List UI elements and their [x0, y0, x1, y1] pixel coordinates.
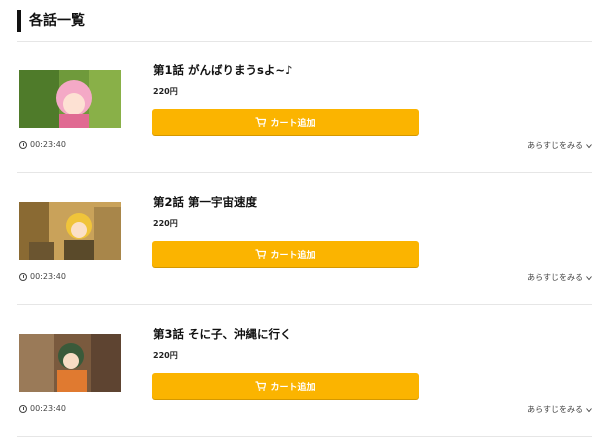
- episode-divider: [17, 436, 592, 437]
- chevron-down-icon: [586, 143, 592, 148]
- synopsis-toggle[interactable]: あらすじをみる: [527, 140, 592, 151]
- duration-text: 00:23:40: [30, 140, 66, 149]
- synopsis-label: あらすじをみる: [527, 141, 583, 150]
- cart-button-label: カート追加: [270, 382, 316, 393]
- episode-thumbnail[interactable]: [19, 70, 121, 128]
- duration-text: 00:23:40: [30, 404, 66, 413]
- episode-duration: 00:23:40: [19, 272, 66, 281]
- chevron-down-icon: [586, 275, 592, 280]
- synopsis-toggle[interactable]: あらすじをみる: [527, 272, 592, 283]
- cart-button-label: カート追加: [270, 250, 316, 261]
- episode-item: 00:23:40 第2話 第一宇宙速度 220円 カート追加 あらすじをみる: [0, 174, 600, 305]
- episode-title[interactable]: 第3話 そに子、沖縄に行く: [153, 326, 292, 342]
- synopsis-label: あらすじをみる: [527, 273, 583, 282]
- episode-title[interactable]: 第2話 第一宇宙速度: [153, 194, 257, 210]
- add-to-cart-button[interactable]: カート追加: [152, 373, 419, 399]
- section-title: 各話一覧: [17, 10, 85, 32]
- clock-icon: [19, 404, 27, 413]
- episode-price: 220円: [153, 219, 178, 228]
- episode-divider: [17, 172, 592, 173]
- synopsis-toggle[interactable]: あらすじをみる: [527, 404, 592, 415]
- episode-price: 220円: [153, 351, 178, 360]
- cart-icon: [255, 381, 267, 391]
- episode-thumbnail[interactable]: [19, 202, 121, 260]
- cart-button-label: カート追加: [270, 118, 316, 129]
- add-to-cart-button[interactable]: カート追加: [152, 109, 419, 135]
- episode-duration: 00:23:40: [19, 404, 66, 413]
- clock-icon: [19, 272, 27, 281]
- cart-icon: [255, 249, 267, 259]
- episode-item: 00:23:40 第3話 そに子、沖縄に行く 220円 カート追加 あらすじをみ…: [0, 306, 600, 437]
- episode-price: 220円: [153, 87, 178, 96]
- synopsis-label: あらすじをみる: [527, 405, 583, 414]
- episode-divider: [17, 304, 592, 305]
- cart-icon: [255, 117, 267, 127]
- chevron-down-icon: [586, 407, 592, 412]
- duration-text: 00:23:40: [30, 272, 66, 281]
- add-to-cart-button[interactable]: カート追加: [152, 241, 419, 267]
- episode-thumbnail[interactable]: [19, 334, 121, 392]
- episode-item: 00:23:40 第1話 がんばりまうsよ~♪ 220円 カート追加 あらすじを…: [0, 42, 600, 173]
- clock-icon: [19, 140, 27, 149]
- episode-title[interactable]: 第1話 がんばりまうsよ~♪: [153, 62, 292, 78]
- episode-duration: 00:23:40: [19, 140, 66, 149]
